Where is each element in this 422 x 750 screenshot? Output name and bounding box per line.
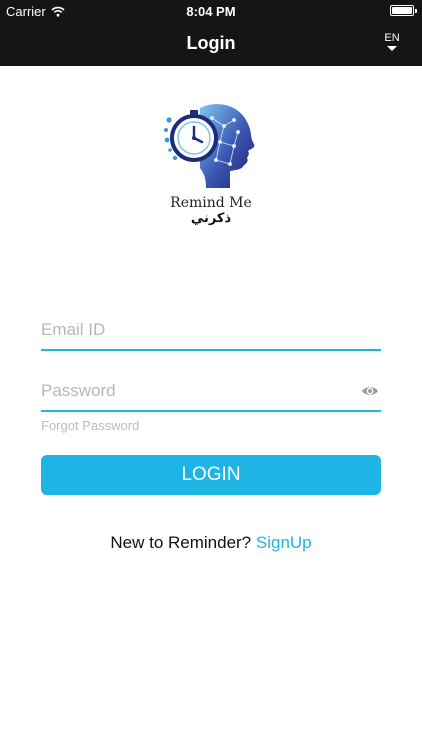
language-selector[interactable]: EN [382, 33, 402, 51]
password-field-container [41, 372, 381, 412]
top-bar: Carrier 8:04 PM Login EN [0, 0, 422, 66]
login-button[interactable]: LOGIN [41, 455, 381, 495]
app-name: Remind Me [170, 195, 252, 211]
status-bar: Carrier 8:04 PM [0, 0, 422, 22]
forgot-password-link[interactable]: Forgot Password [41, 418, 139, 433]
signup-prompt-text: New to Reminder? [110, 533, 256, 552]
password-input[interactable] [41, 372, 351, 410]
email-input[interactable] [41, 311, 381, 349]
signup-link[interactable]: SignUp [256, 533, 312, 552]
chevron-down-icon [387, 46, 397, 51]
clock-head-icon [164, 104, 255, 188]
email-field-container [41, 311, 381, 351]
language-code: EN [384, 32, 400, 44]
app-name-arabic: ذكرني [190, 211, 232, 226]
status-time: 8:04 PM [186, 4, 236, 19]
page-title: Login [186, 33, 236, 53]
eye-icon[interactable] [361, 384, 379, 398]
battery-icon [390, 5, 417, 16]
signup-prompt: New to Reminder? SignUp [0, 533, 422, 553]
